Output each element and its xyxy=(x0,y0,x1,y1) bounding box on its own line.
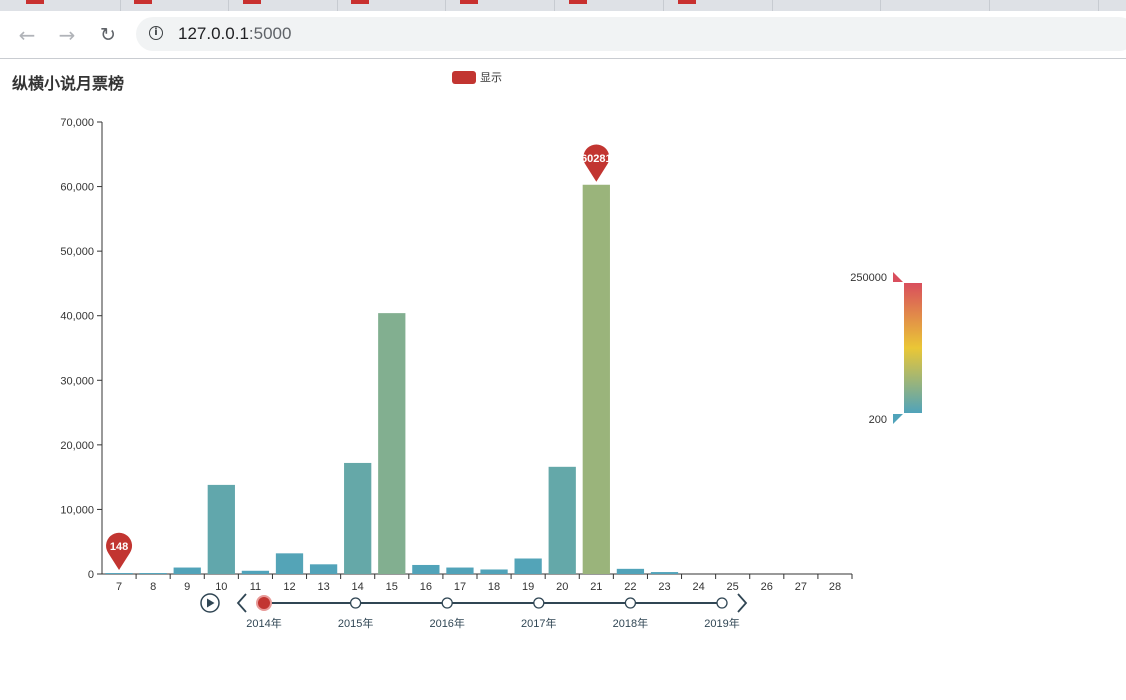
bar[interactable] xyxy=(344,462,372,574)
x-tick-label: 10 xyxy=(215,581,227,593)
x-tick-label: 16 xyxy=(420,581,432,593)
visual-map-gradient[interactable] xyxy=(904,283,922,413)
x-tick-label: 9 xyxy=(184,581,190,593)
timeline-label[interactable]: 2016年 xyxy=(429,616,464,630)
y-tick-label: 60,000 xyxy=(60,182,94,194)
bar[interactable] xyxy=(173,567,201,574)
x-tick-label: 27 xyxy=(795,581,807,593)
y-tick-label: 70,000 xyxy=(60,117,94,129)
x-tick-label: 22 xyxy=(624,581,636,593)
visual-map-min-label: 200 xyxy=(869,414,887,426)
legend[interactable]: 显示 xyxy=(452,71,502,84)
timeline-label[interactable]: 2019年 xyxy=(704,616,739,630)
timeline-label[interactable]: 2015年 xyxy=(338,616,373,630)
bar[interactable] xyxy=(105,573,133,574)
y-tick-label: 0 xyxy=(88,569,94,581)
x-tick-label: 28 xyxy=(829,581,841,593)
timeline-point-current[interactable] xyxy=(256,595,272,611)
x-tick-label: 18 xyxy=(488,581,500,593)
y-tick-label: 30,000 xyxy=(60,375,94,387)
x-tick-label: 14 xyxy=(352,581,364,593)
x-tick-label: 15 xyxy=(386,581,398,593)
timeline-label[interactable]: 2018年 xyxy=(613,616,648,630)
x-tick-label: 13 xyxy=(317,581,329,593)
x-tick-label: 8 xyxy=(150,581,156,593)
bar[interactable] xyxy=(650,572,679,574)
bar[interactable] xyxy=(139,573,167,574)
bar[interactable] xyxy=(275,553,304,574)
timeline-point[interactable] xyxy=(624,597,637,609)
visual-map[interactable]: 250000 200 xyxy=(850,272,922,426)
y-tick-label: 40,000 xyxy=(60,311,94,323)
mark-point-min[interactable]: 148 xyxy=(106,532,133,571)
mark-point-max[interactable]: 60281 xyxy=(581,144,612,182)
x-tick-label: 7 xyxy=(116,581,122,593)
timeline-point[interactable] xyxy=(441,597,453,609)
bar[interactable] xyxy=(378,313,406,574)
mark-point-label: 60281 xyxy=(581,153,612,165)
x-tick-label: 24 xyxy=(692,581,704,593)
legend-label[interactable]: 显示 xyxy=(480,71,502,84)
mark-point-label: 148 xyxy=(110,541,128,553)
x-tick-label: 26 xyxy=(761,581,773,593)
bar[interactable] xyxy=(412,564,440,574)
visual-map-max-handle[interactable] xyxy=(893,272,903,282)
play-icon[interactable] xyxy=(200,593,220,613)
timeline-point[interactable] xyxy=(716,597,728,609)
bar[interactable] xyxy=(480,569,508,574)
visual-map-min-handle[interactable] xyxy=(893,414,903,424)
y-tick-label: 10,000 xyxy=(60,504,94,516)
timeline-label[interactable]: 2017年 xyxy=(521,616,556,630)
bar[interactable] xyxy=(207,484,235,574)
x-tick-label: 17 xyxy=(454,581,466,593)
x-tick-label: 19 xyxy=(522,581,534,593)
bar[interactable] xyxy=(548,466,576,574)
bar[interactable] xyxy=(309,564,338,574)
timeline-point[interactable] xyxy=(349,597,362,609)
bar-chart: 显示 0 10,000 20,000 30,000 40,000 50,000 60,000… xyxy=(60,71,922,630)
timeline-label[interactable]: 2014年 xyxy=(246,616,281,630)
visual-map-max-label: 250000 xyxy=(850,272,887,284)
x-tick-label: 11 xyxy=(250,581,261,593)
timeline[interactable]: 2014年 2015年 2016年 2017年 2018年 2019年 xyxy=(200,593,748,630)
y-tick-label: 20,000 xyxy=(60,440,94,452)
x-tick-label: 12 xyxy=(283,581,295,593)
bar[interactable] xyxy=(514,558,542,574)
y-tick-label: 50,000 xyxy=(60,246,94,258)
bar[interactable] xyxy=(241,570,270,574)
chevron-right-icon[interactable] xyxy=(737,593,748,613)
bar[interactable] xyxy=(582,184,610,575)
chevron-left-icon[interactable] xyxy=(236,593,247,613)
x-tick-label: 25 xyxy=(727,581,739,593)
bar[interactable] xyxy=(616,568,645,574)
x-tick-label: 21 xyxy=(590,581,602,593)
legend-swatch[interactable] xyxy=(452,71,476,84)
timeline-point[interactable] xyxy=(533,597,545,609)
x-tick-label: 23 xyxy=(658,581,670,593)
bar[interactable] xyxy=(446,567,474,574)
x-tick-label: 20 xyxy=(556,581,568,593)
